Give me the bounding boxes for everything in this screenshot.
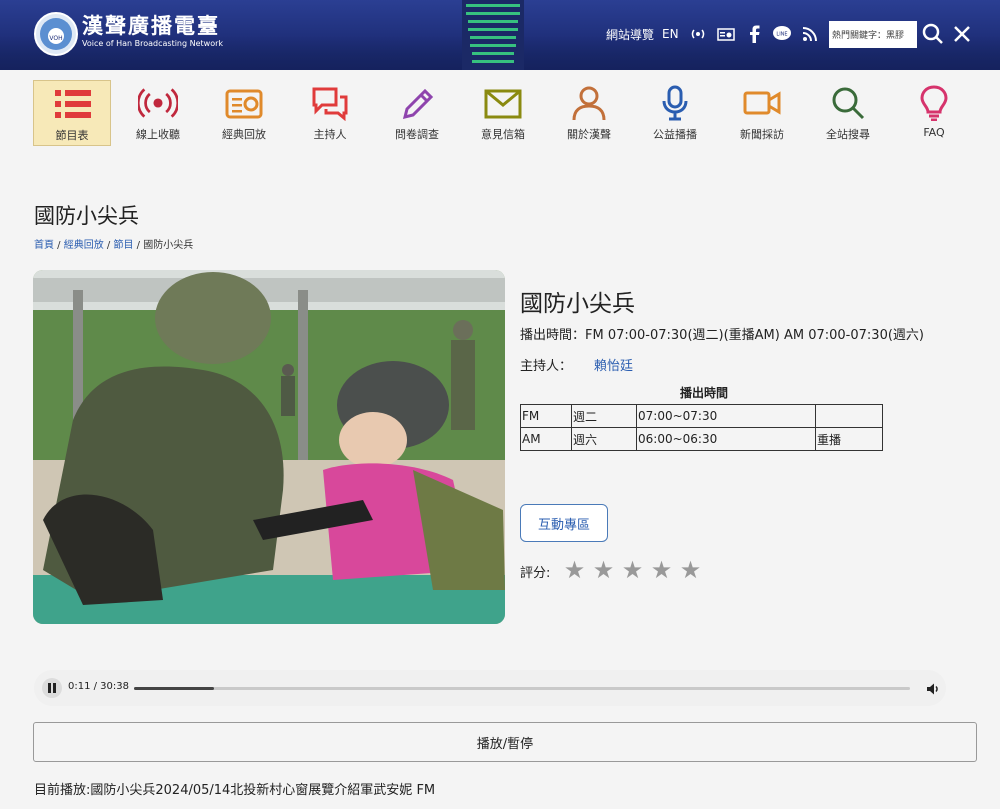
- rating-label: 評分:: [520, 566, 551, 581]
- nav-label: 新聞採訪: [740, 128, 784, 141]
- program-airtime: 播出時間：FM 07:00-07:30(週二)(重播AM) AM 07:00-0…: [520, 328, 924, 343]
- breadcrumb-programs[interactable]: 節目: [113, 240, 133, 251]
- svg-text:VOH: VOH: [49, 35, 62, 42]
- interactive-zone-button[interactable]: 互動專區: [520, 504, 608, 542]
- page-title: 國防小尖兵: [34, 204, 139, 228]
- program-photo: [33, 270, 505, 624]
- site-header: VOH 漢聲廣播電臺 Voice of Han Broadcasting Net…: [0, 0, 1000, 70]
- volume-icon[interactable]: [926, 681, 940, 695]
- star-icon[interactable]: ★: [589, 556, 618, 584]
- nav-label: 公益播播: [653, 128, 697, 141]
- star-icon[interactable]: ★: [618, 556, 647, 584]
- radio-icon[interactable]: [715, 22, 737, 46]
- nav-item-survey[interactable]: 問卷調查: [378, 80, 456, 146]
- nav-item-replay[interactable]: 經典回放: [205, 80, 283, 146]
- table-cell: AM: [520, 427, 572, 451]
- sitemap-link[interactable]: 網站導覽: [606, 26, 654, 43]
- english-link[interactable]: EN: [662, 27, 679, 41]
- svg-text:LINE: LINE: [776, 32, 787, 38]
- nav-label: 經典回放: [222, 128, 266, 141]
- microphone-icon: [655, 83, 695, 123]
- table-cell: 週六: [571, 427, 637, 451]
- search-icon[interactable]: [921, 22, 945, 46]
- rating-stars: ★ ★ ★ ★ ★: [560, 556, 705, 584]
- host-label: 主持人：: [520, 359, 573, 374]
- rss-icon[interactable]: [799, 22, 821, 46]
- play-pause-button[interactable]: 播放/暫停: [33, 722, 977, 762]
- broadcast-icon: [138, 83, 178, 123]
- now-playing-text: 目前播放:國防小尖兵2024/05/14北投新村心窗展覽介紹軍武安妮 FM: [34, 783, 436, 798]
- nav-label: 全站搜尋: [826, 128, 870, 141]
- nav-item-news[interactable]: 新聞採訪: [723, 80, 801, 146]
- breadcrumb-replay[interactable]: 經典回放: [64, 240, 104, 251]
- breadcrumb: 首頁 / 經典回放 / 節目 / 國防小尖兵: [34, 240, 194, 251]
- nav-label: 問卷調查: [395, 128, 439, 141]
- nav-label: 關於漢聲: [567, 128, 611, 141]
- nav-label: 主持人: [313, 128, 347, 141]
- nav-item-schedule[interactable]: 節目表: [33, 80, 111, 146]
- table-row: AM 週六 06:00~06:30 重播: [520, 427, 883, 451]
- taipei-101-illustration: [462, 0, 524, 70]
- host-name-link[interactable]: 賴怡廷: [594, 355, 633, 374]
- nav-label: FAQ: [923, 126, 945, 139]
- audio-player: 0:11 / 30:38: [34, 670, 946, 706]
- main-nav: 節目表 線上收聽 經典回放 主持人 問卷調查 意見信箱 關於漢聲 公益播播 新聞…: [33, 80, 968, 146]
- search-icon: [828, 83, 868, 123]
- table-cell: 週二: [571, 404, 637, 428]
- broadcast-icon[interactable]: [687, 22, 709, 46]
- nav-item-mailbox[interactable]: 意見信箱: [464, 80, 542, 146]
- radio-icon: [224, 83, 264, 123]
- table-cell: 07:00~07:30: [636, 404, 816, 428]
- nav-label: 線上收聽: [136, 128, 180, 141]
- star-icon[interactable]: ★: [647, 556, 676, 584]
- nav-item-about[interactable]: 關於漢聲: [550, 80, 628, 146]
- breadcrumb-home[interactable]: 首頁: [34, 240, 54, 251]
- lightbulb-icon: [914, 83, 954, 123]
- player-progress-fill: [134, 687, 214, 690]
- table-row: FM 週二 07:00~07:30: [520, 404, 883, 428]
- pause-icon[interactable]: [42, 678, 62, 698]
- top-links: 網站導覽 EN LINE: [606, 22, 827, 46]
- close-icon[interactable]: [952, 24, 972, 44]
- line-icon[interactable]: LINE: [771, 22, 793, 46]
- person-icon: [569, 83, 609, 123]
- brand-name-cn: 漢聲廣播電臺: [82, 14, 220, 38]
- nav-item-faq[interactable]: FAQ: [895, 80, 973, 146]
- chat-bubbles-icon: [310, 83, 350, 123]
- star-icon[interactable]: ★: [676, 556, 705, 584]
- site-brand[interactable]: 漢聲廣播電臺 Voice of Han Broadcasting Network: [82, 14, 223, 50]
- schedule-caption: 播出時間: [679, 386, 728, 400]
- program-title: 國防小尖兵: [520, 291, 635, 317]
- schedule-table: FM 週二 07:00~07:30 AM 週六 06:00~06:30 重播: [520, 404, 883, 451]
- pencil-icon: [397, 83, 437, 123]
- nav-label: 意見信箱: [481, 128, 525, 141]
- mail-icon: [483, 83, 523, 123]
- table-cell: [815, 404, 883, 428]
- facebook-icon[interactable]: [743, 22, 765, 46]
- list-icon: [53, 84, 93, 124]
- brand-name-en: Voice of Han Broadcasting Network: [82, 39, 224, 48]
- nav-item-live[interactable]: 線上收聽: [119, 80, 197, 146]
- table-cell: FM: [520, 404, 572, 428]
- search-input[interactable]: [829, 21, 917, 48]
- video-camera-icon: [742, 83, 782, 123]
- nav-item-search[interactable]: 全站搜尋: [809, 80, 887, 146]
- nav-label: 節目表: [55, 129, 89, 142]
- star-icon[interactable]: ★: [560, 556, 589, 584]
- player-seek-bar[interactable]: [134, 687, 910, 690]
- nav-item-psa[interactable]: 公益播播: [636, 80, 714, 146]
- player-time: 0:11 / 30:38: [68, 681, 130, 692]
- breadcrumb-current: 國防小尖兵: [143, 240, 194, 251]
- table-cell: 重播: [815, 427, 883, 451]
- site-logo[interactable]: VOH: [34, 12, 78, 56]
- nav-item-hosts[interactable]: 主持人: [291, 80, 369, 146]
- table-cell: 06:00~06:30: [636, 427, 816, 451]
